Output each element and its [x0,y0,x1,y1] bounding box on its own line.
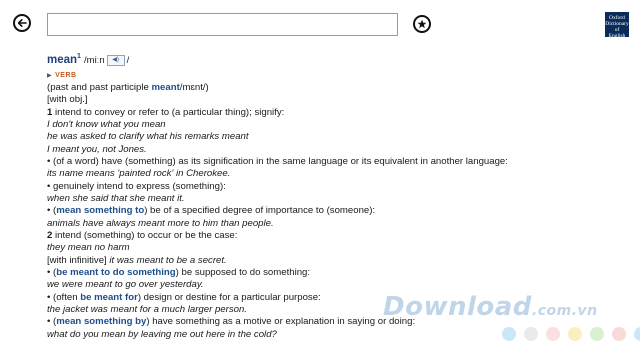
example-line: I meant you, not Jones. [47,143,147,155]
favorite-button[interactable] [413,15,431,33]
example-line: what do you mean by leaving me out here … [47,328,277,340]
example-line: he was asked to clarify what his remarks… [47,131,249,143]
phrase-link[interactable]: mean something by [56,316,146,327]
example-line: animals have always meant more to him th… [47,217,274,229]
search-input[interactable] [47,13,398,36]
speaker-icon[interactable]: ◀) [106,54,125,66]
headword: mean1 [47,53,81,66]
watermark-dot [590,327,604,341]
grammar-note: [with obj.] [47,94,88,106]
subsense-line: • (mean something to) be of a specified … [47,205,376,217]
subsense-line: • (of a word) have (something) as its si… [47,155,508,167]
homograph-number: 1 [77,53,81,60]
pronunciation: /miːn ◀) / [84,54,130,66]
sense-line: 2 intend (something) to occur or be the … [47,229,238,241]
logo-line: English [608,33,626,39]
phrase-link[interactable]: be meant for [80,292,138,303]
subsense-line: • (be meant to do something) be supposed… [47,266,311,278]
download-watermark: Download.com.vn [383,292,598,322]
back-button[interactable] [13,14,31,32]
watermark-dot [524,327,538,341]
watermark-dot [612,327,626,341]
example-line: we were meant to go over yesterday. [47,279,204,291]
watermark-dot [502,327,516,341]
oxford-logo: Oxford Dictionary of English [605,12,629,39]
example-line: its name means 'painted rock' in Cheroke… [47,168,231,180]
example-line: I don't know what you mean [47,118,166,130]
back-arrow-icon [17,19,27,27]
sense-line: 1 intend to convey or refer to (a partic… [47,106,285,118]
star-icon [417,19,427,29]
grammar-example-line: [with infinitive] it was meant to be a s… [47,254,227,266]
expand-arrow-icon: ▶ [47,72,53,79]
watermark-dot [634,327,640,341]
example-line: they mean no harm [47,242,130,254]
part-of-speech[interactable]: ▶ VERB [47,70,607,82]
phrase-link[interactable]: be meant to do something [56,267,175,278]
watermark-dot [546,327,560,341]
watermark-dot [568,327,582,341]
logo-line: Dictionary of [605,21,629,33]
subsense-line: • genuinely intend to express (something… [47,180,226,192]
headword-row: mean1 /miːn ◀) / [47,50,607,68]
forms-line: (past and past participle meant/mɛnt/) [47,81,209,93]
example-line: when she said that she meant it. [47,192,185,204]
phrase-link[interactable]: mean something to [56,205,144,216]
